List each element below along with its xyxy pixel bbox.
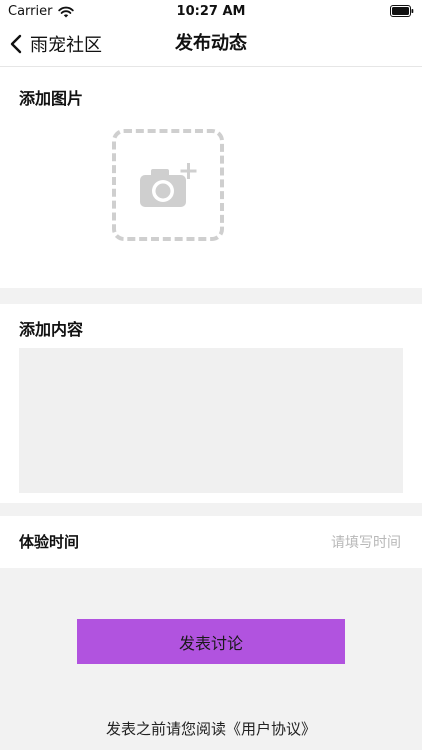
camera-plus-icon <box>140 163 197 207</box>
experience-time-label: 体验时间 <box>19 533 80 551</box>
agreement-prefix: 发表之前请您阅读 <box>105 720 226 738</box>
content-section-title: 添加内容 <box>19 320 84 339</box>
content-textarea[interactable] <box>19 348 403 493</box>
agreement-note: 发表之前请您阅读《用户协议》 <box>0 718 422 739</box>
submit-discussion-button[interactable]: 发表讨论 <box>77 619 345 664</box>
status-bar: Carrier 10:27 AM <box>0 0 422 22</box>
experience-time-input[interactable] <box>239 530 403 556</box>
status-time: 10:27 AM <box>176 4 246 19</box>
battery-icon <box>390 5 414 17</box>
page-title: 发布动态 <box>175 33 247 54</box>
nav-bar: 雨宠社区 发布动态 <box>0 22 422 67</box>
add-image-button[interactable] <box>112 129 224 241</box>
image-section-title: 添加图片 <box>19 89 84 108</box>
user-agreement-link[interactable]: 《用户协议》 <box>226 720 316 738</box>
experience-time-row: 体验时间 <box>0 516 422 568</box>
content-section: 添加内容 <box>0 304 422 503</box>
image-section: 添加图片 <box>0 67 422 288</box>
